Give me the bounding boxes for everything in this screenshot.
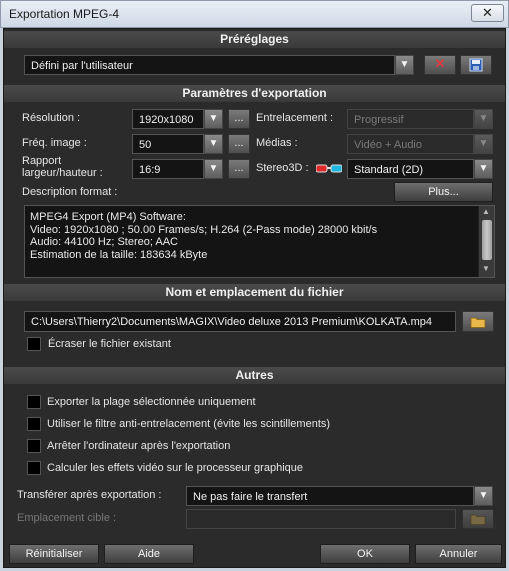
file-path-input[interactable]: C:\Users\Thierry2\Documents\MAGIX\Video …: [24, 311, 456, 332]
stereo-label: Stereo3D :: [256, 162, 309, 174]
description-line: Estimation de la taille: 183634 kByte: [30, 248, 208, 261]
save-preset-button[interactable]: [460, 55, 492, 75]
media-label: Médias :: [256, 137, 298, 149]
presets-section-header: Préréglages: [4, 31, 505, 48]
export-range-label: Exporter la plage sélectionnée uniquemen…: [47, 396, 256, 408]
export-params-section-header: Paramètres d'exportation: [4, 85, 505, 102]
chevron-down-icon: ▼: [478, 490, 489, 501]
help-button[interactable]: Aide: [104, 544, 194, 564]
others-section-header: Autres: [4, 367, 505, 384]
file-section-header: Nom et emplacement du fichier: [4, 284, 505, 301]
resolution-select[interactable]: 1920x1080: [132, 109, 204, 129]
stereo-dropdown-button[interactable]: ▼: [474, 159, 493, 179]
preset-dropdown-button[interactable]: ▼: [395, 55, 414, 75]
save-icon: [469, 58, 483, 72]
scroll-thumb[interactable]: [482, 220, 492, 260]
format-description: MPEG4 Export (MP4) Software: Video: 1920…: [24, 205, 495, 278]
media-dropdown-button[interactable]: ▼: [474, 134, 493, 154]
framerate-label: Fréq. image :: [22, 137, 87, 149]
target-browse-button[interactable]: [462, 509, 494, 529]
resolution-dropdown-button[interactable]: ▼: [204, 109, 223, 129]
browse-folder-button[interactable]: [462, 311, 494, 332]
ratio-dropdown-button[interactable]: ▼: [204, 159, 223, 179]
chevron-down-icon: ▼: [208, 163, 219, 174]
export-dialog: Préréglages Défini par l'utilisateur ▼ ✕…: [3, 28, 506, 568]
description-line: MPEG4 Export (MP4) Software:: [30, 211, 186, 223]
gpu-effects-checkbox[interactable]: [27, 461, 41, 475]
cancel-button[interactable]: Annuler: [415, 544, 502, 564]
resolution-label: Résolution :: [22, 112, 81, 124]
description-line: Audio: 44100 Hz; Stereo; AAC: [30, 236, 178, 248]
preset-select[interactable]: Défini par l'utilisateur: [24, 55, 395, 75]
ratio-more-button[interactable]: ...: [228, 159, 250, 179]
transfer-dropdown-button[interactable]: ▼: [474, 486, 493, 506]
chevron-down-icon: ▼: [478, 163, 489, 174]
chevron-down-icon: ▼: [478, 113, 489, 124]
scroll-up-icon[interactable]: ▲: [482, 207, 490, 216]
stereo-select[interactable]: Standard (2D): [347, 159, 474, 179]
close-button[interactable]: ✕: [471, 4, 504, 22]
overwrite-label: Écraser le fichier existant: [48, 338, 171, 350]
framerate-select[interactable]: 50: [132, 134, 204, 154]
window-title: Exportation MPEG-4: [9, 7, 120, 21]
resolution-more-button[interactable]: ...: [228, 109, 250, 129]
deinterlace-checkbox[interactable]: [27, 417, 41, 431]
framerate-dropdown-button[interactable]: ▼: [204, 134, 223, 154]
delete-preset-button[interactable]: ✕: [424, 55, 456, 75]
target-location-label: Emplacement cible :: [17, 512, 117, 524]
export-range-checkbox[interactable]: [27, 395, 41, 409]
folder-icon: [470, 514, 486, 525]
chevron-down-icon: ▼: [208, 113, 219, 124]
folder-icon: [470, 317, 486, 328]
ratio-select[interactable]: 16:9: [132, 159, 204, 179]
delete-icon: ✕: [434, 56, 446, 71]
more-button[interactable]: Plus...: [394, 182, 493, 202]
framerate-more-button[interactable]: ...: [228, 134, 250, 154]
media-select[interactable]: Vidéo + Audio: [347, 134, 474, 154]
title-bar: Exportation MPEG-4 ✕: [0, 0, 509, 28]
ratio-label: Rapport largeur/hauteur :: [22, 155, 103, 179]
3d-glasses-icon: [316, 164, 342, 173]
ok-button[interactable]: OK: [320, 544, 410, 564]
interlace-select[interactable]: Progressif: [347, 109, 474, 129]
shutdown-checkbox[interactable]: [27, 439, 41, 453]
description-line: Video: 1920x1080 ; 50.00 Frames/s; H.264…: [30, 223, 378, 236]
target-location-input[interactable]: [186, 509, 456, 529]
transfer-select[interactable]: Ne pas faire le transfert: [186, 486, 474, 506]
scroll-down-icon[interactable]: ▼: [482, 264, 490, 273]
chevron-down-icon: ▼: [478, 138, 489, 149]
chevron-down-icon: ▼: [208, 138, 219, 149]
overwrite-checkbox[interactable]: [27, 337, 41, 351]
chevron-down-icon: ▼: [399, 59, 410, 70]
shutdown-label: Arrêter l'ordinateur après l'exportation: [47, 440, 231, 452]
description-label: Description format :: [22, 186, 118, 198]
deinterlace-label: Utiliser le filtre anti-entrelacement (é…: [47, 418, 331, 430]
reset-button[interactable]: Réinitialiser: [9, 544, 99, 564]
interlace-dropdown-button[interactable]: ▼: [474, 109, 493, 129]
interlace-label: Entrelacement :: [256, 112, 334, 124]
description-scrollbar[interactable]: ▲ ▼: [478, 206, 494, 277]
gpu-effects-label: Calculer les effets vidéo sur le process…: [47, 462, 303, 474]
transfer-label: Transférer après exportation :: [17, 489, 162, 501]
